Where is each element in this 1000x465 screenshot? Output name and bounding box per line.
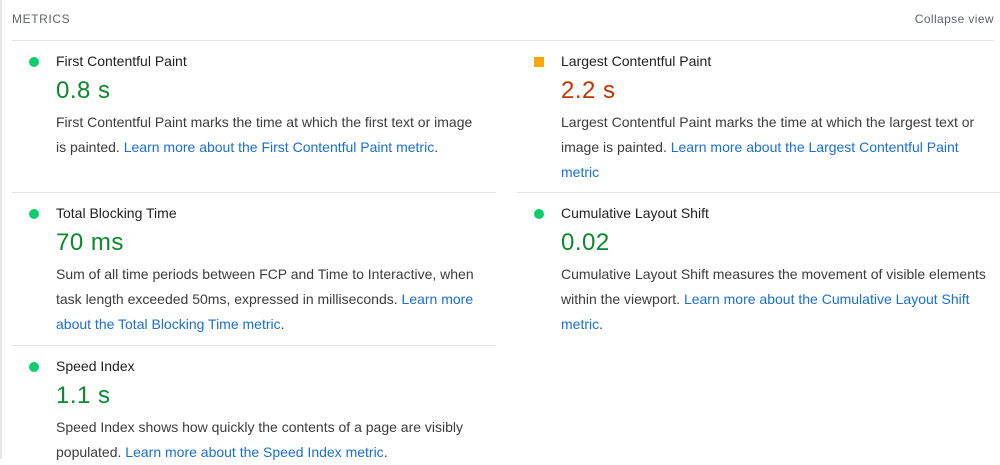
metric-cumulative-layout-shift: Cumulative Layout Shift 0.02 Cumulative …: [517, 193, 1000, 346]
metric-title: Total Blocking Time: [56, 205, 177, 221]
metric-first-contentful-paint: First Contentful Paint 0.8 s First Conte…: [12, 41, 496, 193]
metric-title: First Contentful Paint: [56, 53, 187, 69]
learn-more-link[interactable]: Learn more about the Speed Index metric: [125, 444, 383, 460]
learn-more-link[interactable]: Learn more about the First Contentful Pa…: [124, 139, 434, 155]
metric-title: Speed Index: [56, 358, 135, 374]
metrics-header: METRICS Collapse view: [12, 6, 994, 41]
metric-value: 2.2 s: [561, 77, 616, 104]
metric-description: Sum of all time periods between FCP and …: [56, 262, 486, 337]
metric-value: 0.8 s: [56, 77, 111, 104]
metric-largest-contentful-paint: Largest Contentful Paint 2.2 s Largest C…: [517, 41, 1000, 193]
pass-status-icon: [29, 362, 39, 372]
collapse-view-button[interactable]: Collapse view: [915, 12, 994, 26]
average-status-icon: [534, 57, 544, 67]
metric-speed-index: Speed Index 1.1 s Speed Index shows how …: [12, 346, 496, 460]
metric-value: 0.02: [561, 229, 610, 256]
metric-value: 70 ms: [56, 229, 124, 256]
description-trail: .: [434, 139, 439, 155]
description-trail: .: [599, 316, 604, 332]
metric-description: Speed Index shows how quickly the conten…: [56, 415, 486, 465]
metric-value: 1.1 s: [56, 382, 111, 409]
pass-status-icon: [29, 57, 39, 67]
section-title: METRICS: [12, 12, 71, 26]
metric-description: Largest Contentful Paint marks the time …: [561, 110, 991, 185]
metric-total-blocking-time: Total Blocking Time 70 ms Sum of all tim…: [12, 193, 496, 346]
description-trail: .: [280, 316, 285, 332]
pass-status-icon: [534, 209, 544, 219]
left-rule: [0, 0, 2, 459]
description-trail: .: [383, 444, 388, 460]
metric-description: Cumulative Layout Shift measures the mov…: [561, 262, 991, 337]
metric-description: First Contentful Paint marks the time at…: [56, 110, 486, 160]
metric-title: Largest Contentful Paint: [561, 53, 712, 69]
metric-title: Cumulative Layout Shift: [561, 205, 709, 221]
pass-status-icon: [29, 209, 39, 219]
